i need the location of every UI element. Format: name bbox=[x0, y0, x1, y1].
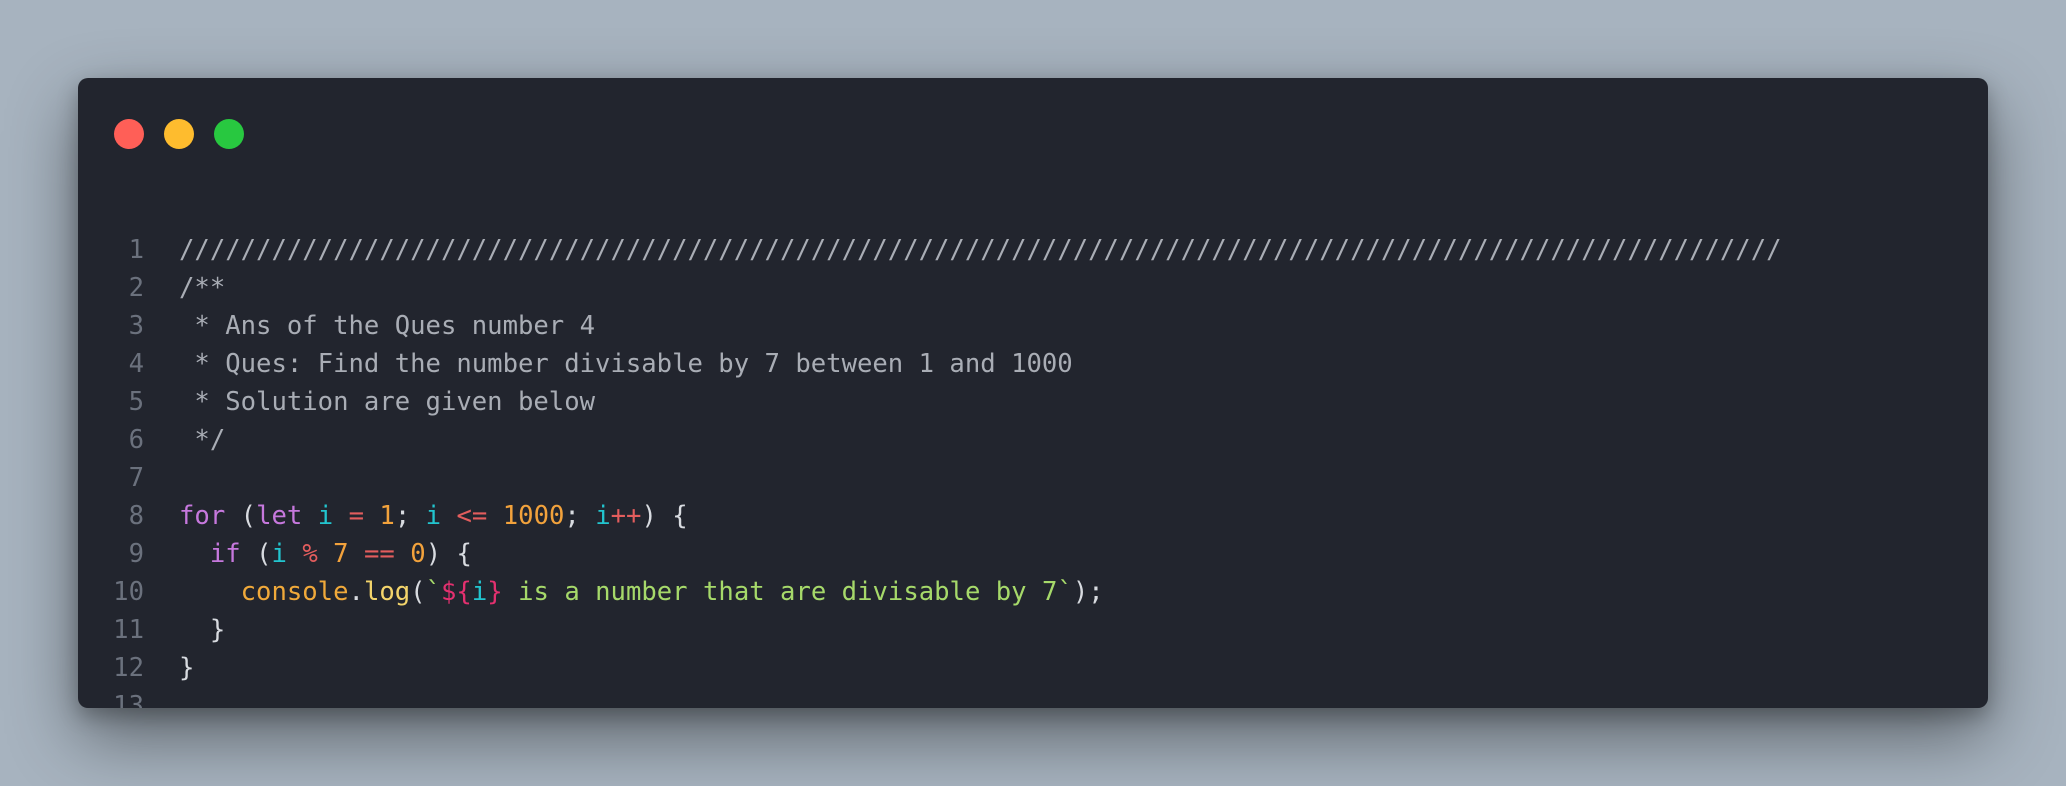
code-token-comment: ////////////////////////////////////////… bbox=[179, 235, 1782, 265]
line-number: 8 bbox=[128, 501, 144, 531]
code-token-punct: ) { bbox=[641, 501, 688, 531]
code-token-punct: ( bbox=[225, 501, 257, 531]
code-token-number: 1000 bbox=[502, 501, 565, 531]
code-token-punct bbox=[318, 539, 333, 569]
code-text: */ bbox=[179, 421, 225, 459]
code-token-punct: ); bbox=[1072, 577, 1104, 607]
code-token-number: 1 bbox=[379, 501, 395, 531]
line-number: 5 bbox=[128, 387, 144, 417]
code-token-keyword: for bbox=[179, 501, 226, 531]
code-text: * Solution are given below bbox=[179, 383, 595, 421]
code-token-punct bbox=[179, 577, 241, 607]
window-controls bbox=[114, 119, 244, 149]
code-text: * Ans of the Ques number 4 bbox=[179, 307, 595, 345]
maximize-button[interactable] bbox=[214, 119, 244, 149]
code-token-variable: i bbox=[271, 539, 287, 569]
code-token-interp: } bbox=[487, 577, 503, 607]
code-token-punct bbox=[441, 501, 456, 531]
line-number: 7 bbox=[128, 463, 144, 493]
code-token-keyword: let bbox=[256, 501, 303, 531]
code-token-operator: == bbox=[364, 539, 395, 569]
code-token-punct: } bbox=[179, 653, 195, 683]
code-token-comment: */ bbox=[179, 425, 226, 455]
line-number: 4 bbox=[128, 349, 144, 379]
code-token-operator: = bbox=[348, 501, 364, 531]
code-text: for (let i = 1; i <= 1000; i++) { bbox=[179, 497, 688, 535]
line-number: 6 bbox=[128, 425, 144, 455]
code-token-punct: ; bbox=[564, 501, 596, 531]
code-token-punct bbox=[287, 539, 302, 569]
code-token-punct: ( bbox=[240, 539, 272, 569]
code-text: ////////////////////////////////////////… bbox=[179, 231, 1782, 269]
code-token-variable: i bbox=[425, 501, 442, 531]
line-number: 1 bbox=[128, 235, 144, 265]
code-token-comment: /** bbox=[179, 273, 226, 303]
code-text: /** bbox=[179, 269, 225, 307]
code-token-variable: i bbox=[595, 501, 611, 531]
code-token-punct: ; bbox=[394, 501, 426, 531]
code-token-number: 0 bbox=[410, 539, 426, 569]
code-text: if (i % 7 == 0) { bbox=[179, 535, 472, 573]
code-token-comment: * Solution are given below bbox=[179, 387, 596, 417]
code-token-punct bbox=[487, 501, 502, 531]
code-token-keyword: if bbox=[209, 539, 241, 569]
code-window: 1 ///////////////////////////////////////… bbox=[78, 78, 1988, 708]
code-token-operator: % bbox=[302, 539, 318, 569]
code-token-operator: ++ bbox=[610, 501, 642, 531]
code-token-punct bbox=[333, 501, 348, 531]
code-token-punct bbox=[349, 539, 364, 569]
code-token-comment: * Ans of the Ques number 4 bbox=[179, 311, 596, 341]
code-token-variable: i bbox=[317, 501, 334, 531]
code-token-method: log bbox=[363, 577, 411, 607]
code-token-punct bbox=[395, 539, 410, 569]
code-token-punct: . bbox=[348, 577, 364, 607]
code-token-comment: * Ques: Find the number divisable by 7 b… bbox=[179, 349, 1073, 379]
line-number: 11 bbox=[113, 615, 144, 645]
code-token-string: is a number that are divisable by 7` bbox=[502, 577, 1073, 607]
code-token-punct: } bbox=[179, 615, 226, 645]
code-text: * Ques: Find the number divisable by 7 b… bbox=[179, 345, 1073, 383]
line-number: 12 bbox=[113, 653, 144, 683]
code-text: } bbox=[179, 611, 225, 649]
line-number: 9 bbox=[128, 539, 144, 569]
line-number: 2 bbox=[128, 273, 144, 303]
code-token-string: ` bbox=[425, 577, 442, 607]
code-token-punct: ( bbox=[410, 577, 426, 607]
code-token-punct bbox=[302, 501, 317, 531]
code-token-punct bbox=[364, 501, 379, 531]
code-token-punct: ) { bbox=[425, 539, 472, 569]
minimize-button[interactable] bbox=[164, 119, 194, 149]
line-number: 3 bbox=[128, 311, 144, 341]
code-token-number: 7 bbox=[333, 539, 349, 569]
code-token-variable: i bbox=[471, 577, 488, 607]
code-token-interp: ${ bbox=[441, 577, 472, 607]
code-token-object: console bbox=[240, 577, 349, 607]
close-button[interactable] bbox=[114, 119, 144, 149]
line-number: 10 bbox=[113, 577, 144, 607]
code-token-punct bbox=[179, 539, 210, 569]
code-text: } bbox=[179, 649, 194, 687]
line-number: 13 bbox=[113, 691, 144, 708]
code-token-operator: <= bbox=[456, 501, 488, 531]
code-text: console.log(`${i} is a number that are d… bbox=[179, 573, 1104, 611]
